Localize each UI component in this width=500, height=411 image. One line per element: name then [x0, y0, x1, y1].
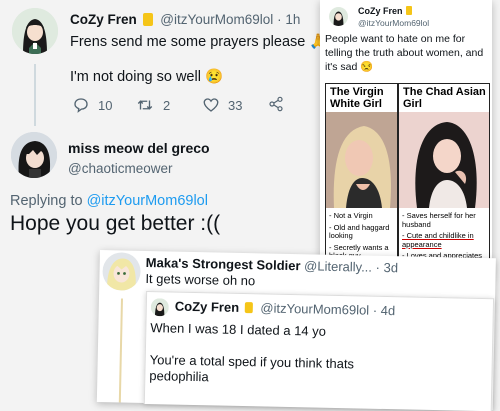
thread-line [118, 298, 123, 403]
avatar[interactable] [11, 132, 57, 178]
quote-text: People want to hate on me for telling th… [325, 33, 484, 73]
timestamp[interactable]: · 4d [373, 303, 396, 318]
meme-right-title: The Chad Asian Girl [403, 86, 486, 110]
reply-button[interactable]: 10 [72, 96, 112, 114]
verified-badge-icon [406, 6, 412, 15]
like-count: 33 [228, 97, 243, 113]
reply-count: 10 [98, 97, 113, 113]
meme-right-item: - Saves herself for her husband [402, 211, 476, 229]
reply1-display-name[interactable]: miss meow del greco [68, 140, 210, 156]
timestamp[interactable]: · 3d [375, 260, 398, 275]
handle[interactable]: @itzYourMom69lol [160, 12, 273, 27]
share-icon [269, 96, 283, 112]
replying-to: Replying to @itzYourMom69lol [10, 193, 208, 209]
reply-card[interactable]: Maka's Strongest Soldier @Literally... ·… [96, 250, 496, 411]
replying-to-label: Replying to [10, 193, 83, 209]
meme-left-title: The Virgin White Girl [330, 86, 384, 110]
tweet1-header: CoZy Fren @itzYourMom69lol · 1h [70, 12, 300, 27]
replying-to-handle[interactable]: @itzYourMom69lol [87, 193, 208, 209]
reply2-text: It gets worse oh no [145, 270, 256, 289]
embedded-header: CoZy Fren @itzYourMom69lol · 4d [175, 299, 396, 319]
meme-left-item: - Not a Virgin [329, 211, 373, 220]
like-button[interactable]: 33 [202, 96, 242, 114]
embedded-tweet[interactable]: CoZy Fren @itzYourMom69lol · 4d When I w… [143, 290, 495, 411]
meme-left-item: - Old and haggard looking [329, 222, 390, 240]
timestamp[interactable]: · 1h [277, 12, 300, 27]
display-name[interactable]: CoZy Fren [70, 12, 137, 27]
share-button[interactable] [268, 96, 284, 112]
embedded-line1: When I was 18 I dated a 14 yo [150, 320, 327, 339]
meme-right-item: - Cute and childlike in appearance [402, 231, 474, 249]
handle[interactable]: @Literally... [304, 258, 372, 274]
heart-icon [203, 98, 219, 112]
tweet1-line2: I'm not doing so well 😢 [70, 69, 224, 85]
quote-display-name: CoZy Fren [358, 6, 403, 16]
reply1-handle[interactable]: @chaoticmeower [68, 161, 173, 176]
meme-right-photo [399, 112, 489, 208]
thread-line [34, 64, 36, 126]
avatar [150, 298, 170, 317]
avatar[interactable] [102, 252, 141, 291]
reply-icon [74, 98, 88, 113]
quote-tweet-card[interactable]: CoZy Fren @itzYourMom69lol People want t… [320, 0, 492, 278]
avatar[interactable] [12, 8, 58, 54]
display-name[interactable]: CoZy Fren [175, 299, 240, 315]
reply1-text: Hope you get better :(( [10, 212, 221, 235]
retweet-button[interactable]: 2 [135, 96, 170, 114]
retweet-icon [137, 100, 153, 110]
tweet1-line1: Frens send me some prayers please 🙏 [70, 34, 328, 50]
verified-badge-icon [142, 13, 153, 26]
retweet-count: 2 [163, 97, 171, 113]
embedded-line2: You're a total sped if you think thats p… [149, 352, 355, 385]
meme-left-photo [326, 112, 397, 208]
avatar [329, 7, 348, 26]
quote-handle: @itzYourMom69lol [358, 18, 430, 28]
handle[interactable]: @itzYourMom69lol [260, 300, 369, 317]
verified-badge-icon [244, 302, 253, 314]
meme-image: The Virgin White Girl The Chad Asian Gir… [325, 83, 490, 277]
